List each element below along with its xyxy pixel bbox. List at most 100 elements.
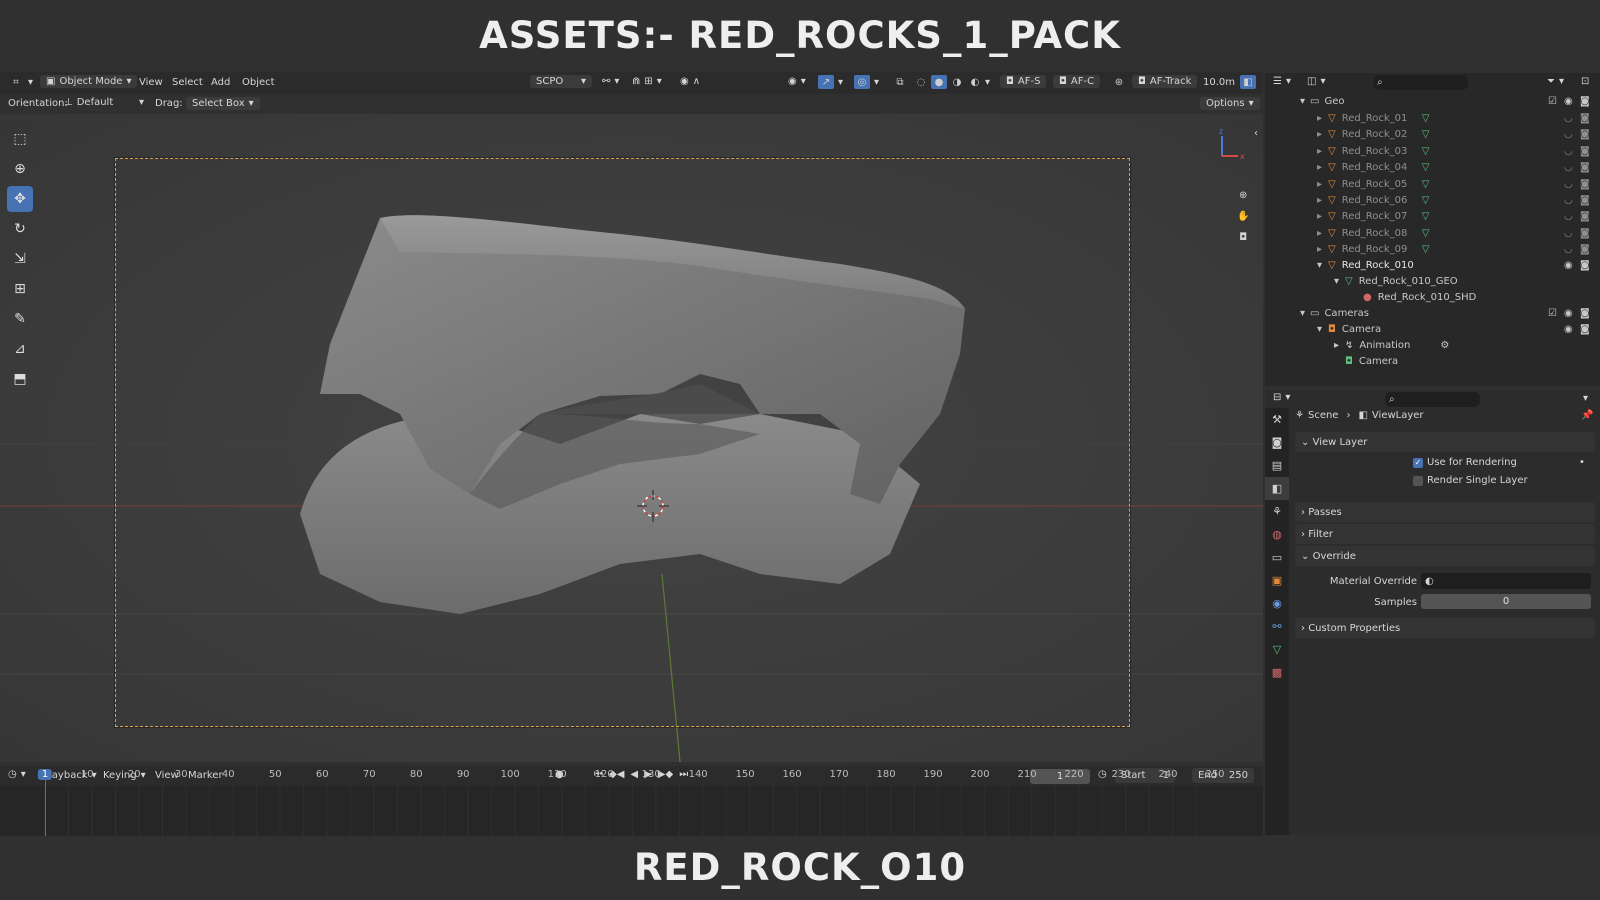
- outliner-row-rock[interactable]: ▸ ▽ Red_Rock_04 ▽ ◡ ◙: [1265, 159, 1600, 176]
- expand-arrow-icon[interactable]: ▾: [1265, 276, 1339, 287]
- render-tab-icon[interactable]: ◙: [1265, 431, 1289, 454]
- eye-closed-icon[interactable]: ◡: [1564, 129, 1573, 140]
- expand-arrow-icon[interactable]: ▾: [1265, 260, 1322, 271]
- outliner-row-rock[interactable]: ▸ ▽ Red_Rock_07 ▽ ◡ ◙: [1265, 208, 1600, 225]
- outliner-row-animation[interactable]: ▸ ↯ Animation ⚙: [1265, 337, 1600, 354]
- outliner-editor-type[interactable]: ☰ ▾: [1273, 76, 1291, 87]
- outliner-row-rock[interactable]: ▸ ▽ Red_Rock_02 ▽ ◡ ◙: [1265, 126, 1600, 143]
- eye-icon[interactable]: ◉: [1564, 260, 1573, 271]
- expand-arrow-icon[interactable]: ▾: [1265, 96, 1305, 107]
- expand-arrow-icon[interactable]: ▾: [1265, 308, 1305, 319]
- collapse-arrow-icon[interactable]: ▸: [1265, 195, 1322, 206]
- panel-override[interactable]: ⌄ Override: [1295, 546, 1595, 566]
- mode-dropdown[interactable]: ▣ Object Mode ▾: [40, 75, 138, 88]
- properties-search[interactable]: ⌕: [1385, 392, 1480, 407]
- outliner-row-rock[interactable]: ▸ ▽ Red_Rock_03 ▽ ◡ ◙: [1265, 143, 1600, 160]
- eye-closed-icon[interactable]: ◡: [1564, 146, 1573, 157]
- sidebar-toggle[interactable]: ◧: [1240, 75, 1256, 89]
- outliner-row-rock[interactable]: ▸ ▽ Red_Rock_06 ▽ ◡ ◙: [1265, 192, 1600, 209]
- render-icon[interactable]: ◙: [1580, 113, 1590, 124]
- pan-hand-icon[interactable]: ✋: [1237, 211, 1249, 222]
- render-icon[interactable]: ◙: [1580, 146, 1590, 157]
- focus-distance-value[interactable]: 10.0m: [1203, 77, 1235, 88]
- options-dropdown[interactable]: Options ▾: [1200, 97, 1260, 110]
- material-shading-icon[interactable]: ◑: [949, 75, 965, 89]
- render-single-layer-checkbox[interactable]: Render Single Layer: [1413, 475, 1528, 486]
- menu-add[interactable]: Add: [211, 77, 230, 88]
- collapse-arrow-icon[interactable]: ▸: [1265, 179, 1322, 190]
- render-icon[interactable]: ◙: [1580, 211, 1590, 222]
- orientation-dropdown[interactable]: ⊥ Default ▾: [64, 97, 144, 108]
- checkbox-icon[interactable]: ☑: [1548, 96, 1557, 107]
- eye-icon[interactable]: ◉: [1564, 96, 1573, 107]
- proportional-edit-toggle[interactable]: ◉ ∧: [680, 76, 700, 87]
- object-data-tab-icon[interactable]: ▽: [1265, 638, 1289, 661]
- render-icon[interactable]: ◙: [1580, 244, 1590, 255]
- menu-view[interactable]: View: [139, 77, 163, 88]
- xray-toggle[interactable]: ⧉: [892, 75, 908, 89]
- collapse-arrow-icon[interactable]: ▸: [1265, 340, 1339, 351]
- 3d-viewport[interactable]: z x: [0, 114, 1263, 762]
- filter-button[interactable]: ⏷ ▾: [1547, 76, 1564, 87]
- collapse-arrow-icon[interactable]: ▸: [1265, 113, 1322, 124]
- scale-tool-icon[interactable]: ⇲: [7, 246, 33, 272]
- outliner-row-rock[interactable]: ▸ ▽ Red_Rock_08 ▽ ◡ ◙: [1265, 225, 1600, 242]
- panel-passes[interactable]: › Passes: [1295, 502, 1595, 522]
- collapse-arrow-icon[interactable]: ▸: [1265, 129, 1322, 140]
- annotate-tool-icon[interactable]: ✎: [7, 306, 33, 332]
- eye-closed-icon[interactable]: ◡: [1564, 113, 1573, 124]
- render-icon[interactable]: ◙: [1580, 308, 1590, 319]
- samples-field[interactable]: 0: [1421, 594, 1591, 609]
- af-s-button[interactable]: ◘ AF-S: [1000, 75, 1047, 88]
- outliner-row-cameras[interactable]: ▾ ▭ Cameras ☑ ◉ ◙: [1265, 305, 1600, 322]
- constraints-tab-icon[interactable]: ⚯: [1265, 615, 1289, 638]
- render-icon[interactable]: ◙: [1580, 179, 1590, 190]
- snap-toggle[interactable]: ⋒ ⊞ ▾: [632, 76, 662, 87]
- camera-view-icon[interactable]: ◘: [1239, 232, 1247, 243]
- panel-view-layer[interactable]: ⌄ View Layer: [1295, 432, 1595, 452]
- tool-tab-icon[interactable]: ⚒: [1265, 408, 1289, 431]
- outliner-row-camera-data[interactable]: ◘ Camera: [1265, 353, 1600, 370]
- render-icon[interactable]: ◙: [1580, 228, 1590, 239]
- eye-closed-icon[interactable]: ◡: [1564, 195, 1573, 206]
- render-icon[interactable]: ◙: [1580, 324, 1590, 335]
- timeline-area[interactable]: 1 10 20 30 40 50 60 70 80 90 100 110 120 130 140 150 160…: [0, 769, 1263, 836]
- view-layer-tab-icon[interactable]: ◧: [1265, 477, 1289, 500]
- cursor-tool-icon[interactable]: ⊕: [7, 156, 33, 182]
- editor-type-button[interactable]: ⌗ ▾: [8, 75, 33, 89]
- eye-closed-icon[interactable]: ◡: [1564, 162, 1573, 173]
- measure-tool-icon[interactable]: ⊿: [7, 336, 33, 362]
- properties-editor-type[interactable]: ⊟ ▾: [1273, 392, 1290, 403]
- select-box-tool-icon[interactable]: ⬚: [7, 126, 33, 152]
- outliner-row-active-rock[interactable]: ▾ ▽ Red_Rock_010 ◉ ◙: [1265, 257, 1600, 274]
- outliner-row-geo[interactable]: ▾ ▭ Geo ☑ ◉ ◙: [1265, 93, 1600, 110]
- collapse-arrow-icon[interactable]: ▸: [1265, 162, 1322, 173]
- outliner-row-camera-object[interactable]: ▾ ◘ Camera ◉ ◙: [1265, 321, 1600, 338]
- drag-dropdown[interactable]: Select Box ▾: [186, 97, 260, 110]
- eye-icon[interactable]: ◉: [1564, 324, 1573, 335]
- outliner-search[interactable]: ⌕: [1373, 75, 1468, 90]
- add-cube-tool-icon[interactable]: ⬒: [7, 366, 33, 392]
- visibility-selectability-button[interactable]: ◉ ▾: [788, 76, 806, 87]
- output-tab-icon[interactable]: ▤: [1265, 454, 1289, 477]
- texture-tab-icon[interactable]: ▩: [1265, 661, 1289, 684]
- collapse-arrow-icon[interactable]: ▸: [1265, 211, 1322, 222]
- collapse-arrow-icon[interactable]: ▸: [1265, 146, 1322, 157]
- transform-orientation-button[interactable]: ⚯ ▾: [602, 76, 619, 87]
- material-override-field[interactable]: ◐: [1421, 573, 1591, 589]
- rotate-tool-icon[interactable]: ↻: [7, 216, 33, 242]
- panel-custom-properties[interactable]: › Custom Properties: [1295, 618, 1595, 638]
- eye-closed-icon[interactable]: ◡: [1564, 179, 1573, 190]
- focus-pick-button[interactable]: ⊛: [1111, 75, 1127, 89]
- options-chevron-icon[interactable]: ▾: [1583, 393, 1588, 404]
- checkbox-icon[interactable]: ☑: [1548, 308, 1557, 319]
- outliner-row-material[interactable]: ● Red_Rock_010_SHD: [1265, 289, 1600, 306]
- solid-shading-icon[interactable]: ●: [931, 75, 947, 89]
- outliner-row-rock[interactable]: ▸ ▽ Red_Rock_01 ▽ ◡ ◙: [1265, 110, 1600, 127]
- pin-icon[interactable]: 📌: [1581, 410, 1593, 421]
- gizmo-toggle[interactable]: ↗ ▾: [818, 75, 843, 89]
- new-collection-button[interactable]: ⊡: [1581, 76, 1589, 87]
- display-mode-button[interactable]: ◫ ▾: [1307, 76, 1325, 87]
- eye-closed-icon[interactable]: ◡: [1564, 211, 1573, 222]
- collapse-sidebar-icon[interactable]: ‹: [1254, 128, 1258, 139]
